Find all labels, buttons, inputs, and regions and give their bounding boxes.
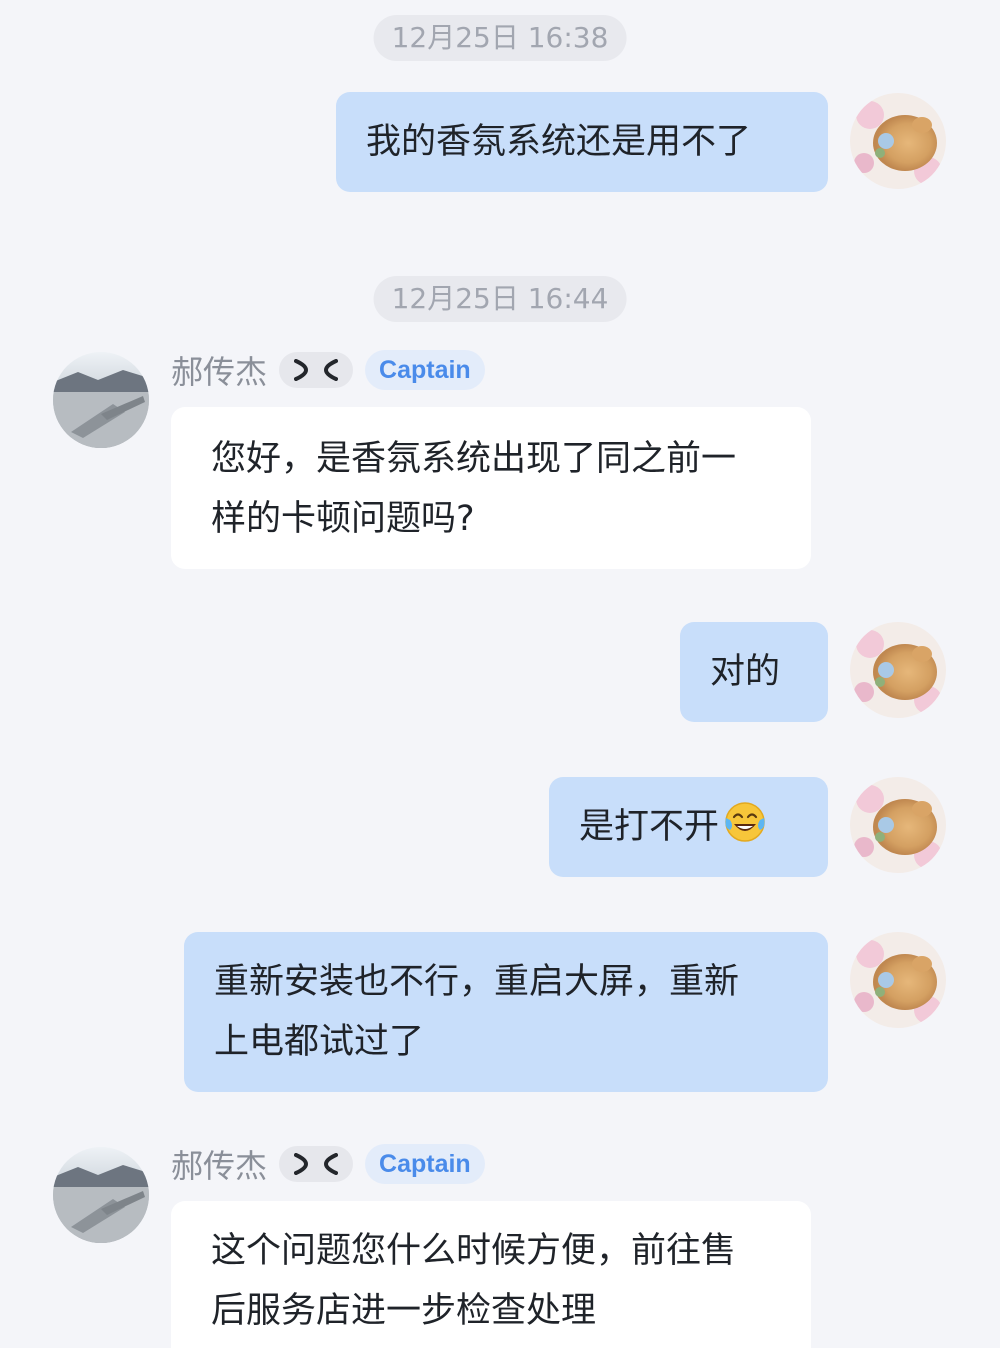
brand-logo-icon (279, 352, 354, 388)
message-text-line: 上电都试过了 (214, 1022, 425, 1062)
message-text: 对的 (710, 652, 781, 692)
message-bubble-outgoing[interactable]: 是打不开 (549, 777, 828, 877)
sender-name: 郝传杰 (171, 1147, 268, 1185)
sender-info: 郝传杰 Captain (171, 350, 485, 391)
message-bubble-outgoing[interactable]: 对的 (680, 622, 828, 722)
timestamp: 12月25日 16:38 (373, 15, 627, 61)
agent-avatar[interactable] (53, 352, 149, 448)
message-bubble-incoming[interactable]: 这个问题您什么时候方便，前往售 后服务店进一步检查处理 (171, 1201, 811, 1348)
timestamp: 12月25日 16:44 (373, 276, 627, 322)
agent-avatar[interactable] (53, 1147, 149, 1243)
message-bubble-outgoing[interactable]: 重新安装也不行，重启大屏，重新 上电都试过了 (184, 932, 828, 1092)
brand-logo-icon (279, 1146, 354, 1182)
user-avatar[interactable] (850, 93, 946, 189)
message-text-line: 样的卡顿问题吗? (211, 499, 475, 539)
cat-avatar-icon (850, 622, 946, 718)
landscape-avatar-icon (53, 352, 149, 448)
user-avatar[interactable] (850, 777, 946, 873)
landscape-avatar-icon (53, 1147, 149, 1243)
sender-info: 郝传杰 Captain (171, 1144, 485, 1185)
message-text-line: 这个问题您什么时候方便，前往售 (211, 1231, 737, 1271)
message-text: 是打不开 (579, 807, 720, 847)
cat-avatar-icon (850, 932, 946, 1028)
message-text: 我的香氛系统还是用不了 (366, 122, 752, 162)
message-text-line: 重新安装也不行，重启大屏，重新 (214, 962, 740, 1002)
role-badge: Captain (365, 350, 485, 390)
message-bubble-incoming[interactable]: 您好，是香氛系统出现了同之前一 样的卡顿问题吗? (171, 407, 811, 569)
cat-avatar-icon (850, 777, 946, 873)
cat-avatar-icon (850, 93, 946, 189)
message-text-line: 您好，是香氛系统出现了同之前一 (211, 439, 737, 479)
tears-of-joy-emoji-icon (725, 802, 765, 842)
sender-name: 郝传杰 (171, 353, 268, 391)
message-bubble-outgoing[interactable]: 我的香氛系统还是用不了 (336, 92, 828, 192)
user-avatar[interactable] (850, 932, 946, 1028)
message-text-line: 后服务店进一步检查处理 (211, 1291, 597, 1331)
role-badge: Captain (365, 1144, 485, 1184)
user-avatar[interactable] (850, 622, 946, 718)
